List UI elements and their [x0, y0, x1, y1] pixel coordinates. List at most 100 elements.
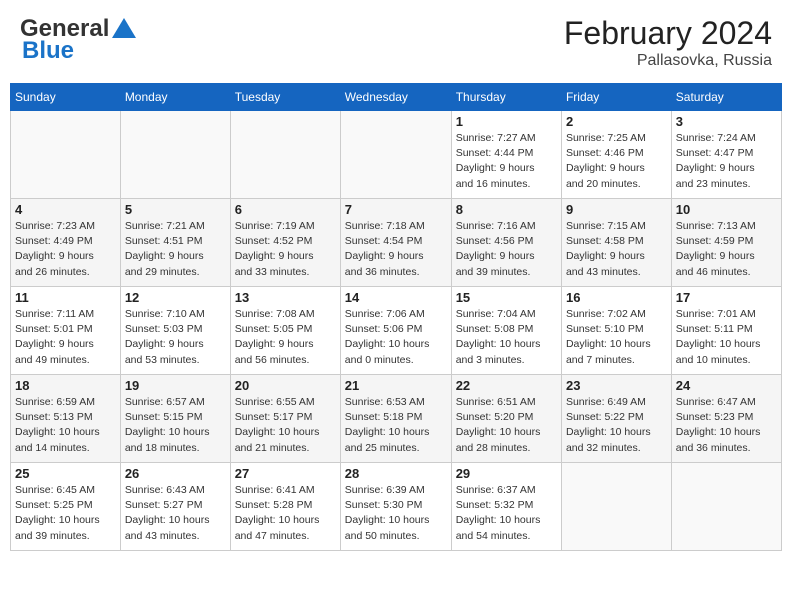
calendar-cell: 7 Sunrise: 7:18 AM Sunset: 4:54 PM Daylig…	[340, 199, 451, 287]
day-number: 22	[456, 378, 557, 393]
day-info: Sunrise: 6:39 AM Sunset: 5:30 PM Dayligh…	[345, 483, 447, 544]
calendar-week-3: 11Sunrise: 7:11 AM Sunset: 5:01 PM Dayli…	[11, 287, 782, 375]
calendar-cell: 4 Sunrise: 7:23 AM Sunset: 4:49 PM Daylig…	[11, 199, 121, 287]
day-info: Sunrise: 6:51 AM Sunset: 5:20 PM Dayligh…	[456, 395, 557, 456]
day-info: Sunrise: 7:15 AM Sunset: 4:58 PM Dayligh…	[566, 219, 667, 280]
calendar-cell: 15 Sunrise: 7:04 AM Sunset: 5:08 PM Dayli…	[451, 287, 561, 375]
day-info: Sunrise: 7:01 AM Sunset: 5:11 PM Dayligh…	[676, 307, 777, 368]
calendar-cell: 2 Sunrise: 7:25 AM Sunset: 4:46 PM Daylig…	[561, 111, 671, 199]
calendar-cell: 20 Sunrise: 6:55 AM Sunset: 5:17 PM Dayli…	[230, 375, 340, 463]
calendar-cell	[340, 111, 451, 199]
day-info: Sunrise: 7:25 AM Sunset: 4:46 PM Dayligh…	[566, 131, 667, 192]
calendar-cell: 6 Sunrise: 7:19 AM Sunset: 4:52 PM Daylig…	[230, 199, 340, 287]
day-info: Sunrise: 7:24 AM Sunset: 4:47 PM Dayligh…	[676, 131, 777, 192]
weekday-header-monday: Monday	[120, 84, 230, 111]
day-info: Sunrise: 6:53 AM Sunset: 5:18 PM Dayligh…	[345, 395, 447, 456]
calendar-cell: 19 Sunrise: 6:57 AM Sunset: 5:15 PM Dayli…	[120, 375, 230, 463]
day-info: Sunrise: 6:37 AM Sunset: 5:32 PM Dayligh…	[456, 483, 557, 544]
logo-blue-text: Blue	[22, 37, 74, 65]
calendar-cell: 23Sunrise: 6:49 AM Sunset: 5:22 PM Dayli…	[561, 375, 671, 463]
day-number: 15	[456, 290, 557, 305]
calendar-cell: 18 Sunrise: 6:59 AM Sunset: 5:13 PM Dayli…	[11, 375, 121, 463]
day-number: 23	[566, 378, 667, 393]
weekday-header-wednesday: Wednesday	[340, 84, 451, 111]
calendar-cell: 17 Sunrise: 7:01 AM Sunset: 5:11 PM Dayli…	[671, 287, 781, 375]
day-number: 19	[125, 378, 226, 393]
calendar-week-5: 25 Sunrise: 6:45 AM Sunset: 5:25 PM Dayli…	[11, 463, 782, 551]
title-block: February 2024 Pallasovka, Russia	[564, 15, 772, 70]
location-title: Pallasovka, Russia	[564, 52, 772, 70]
day-number: 20	[235, 378, 336, 393]
calendar-cell: 3 Sunrise: 7:24 AM Sunset: 4:47 PM Daylig…	[671, 111, 781, 199]
day-info: Sunrise: 7:23 AM Sunset: 4:49 PM Dayligh…	[15, 219, 116, 280]
page-header: General Blue February 2024 Pallasovka, R…	[10, 10, 782, 75]
day-number: 17	[676, 290, 777, 305]
calendar-cell	[230, 111, 340, 199]
day-number: 5	[125, 202, 226, 217]
day-info: Sunrise: 7:04 AM Sunset: 5:08 PM Dayligh…	[456, 307, 557, 368]
day-info: Sunrise: 7:02 AM Sunset: 5:10 PM Dayligh…	[566, 307, 667, 368]
calendar-cell: 8Sunrise: 7:16 AM Sunset: 4:56 PM Daylig…	[451, 199, 561, 287]
day-info: Sunrise: 6:43 AM Sunset: 5:27 PM Dayligh…	[125, 483, 226, 544]
calendar-cell: 28 Sunrise: 6:39 AM Sunset: 5:30 PM Dayli…	[340, 463, 451, 551]
day-info: Sunrise: 7:21 AM Sunset: 4:51 PM Dayligh…	[125, 219, 226, 280]
calendar-cell: 29 Sunrise: 6:37 AM Sunset: 5:32 PM Dayli…	[451, 463, 561, 551]
calendar-cell: 21 Sunrise: 6:53 AM Sunset: 5:18 PM Dayli…	[340, 375, 451, 463]
day-number: 2	[566, 114, 667, 129]
day-number: 28	[345, 466, 447, 481]
day-info: Sunrise: 6:55 AM Sunset: 5:17 PM Dayligh…	[235, 395, 336, 456]
day-number: 14	[345, 290, 447, 305]
day-number: 12	[125, 290, 226, 305]
day-info: Sunrise: 7:16 AM Sunset: 4:56 PM Dayligh…	[456, 219, 557, 280]
day-number: 9	[566, 202, 667, 217]
day-info: Sunrise: 7:27 AM Sunset: 4:44 PM Dayligh…	[456, 131, 557, 192]
logo-icon	[110, 16, 138, 40]
logo: General Blue	[20, 15, 138, 65]
calendar-cell: 25 Sunrise: 6:45 AM Sunset: 5:25 PM Dayli…	[11, 463, 121, 551]
day-number: 21	[345, 378, 447, 393]
calendar-table: SundayMondayTuesdayWednesdayThursdayFrid…	[10, 83, 782, 551]
calendar-cell: 10 Sunrise: 7:13 AM Sunset: 4:59 PM Dayli…	[671, 199, 781, 287]
day-info: Sunrise: 7:19 AM Sunset: 4:52 PM Dayligh…	[235, 219, 336, 280]
day-number: 29	[456, 466, 557, 481]
calendar-cell: 22 Sunrise: 6:51 AM Sunset: 5:20 PM Dayli…	[451, 375, 561, 463]
day-info: Sunrise: 7:13 AM Sunset: 4:59 PM Dayligh…	[676, 219, 777, 280]
day-number: 4	[15, 202, 116, 217]
weekday-header-thursday: Thursday	[451, 84, 561, 111]
calendar-cell: 26Sunrise: 6:43 AM Sunset: 5:27 PM Dayli…	[120, 463, 230, 551]
weekday-header-sunday: Sunday	[11, 84, 121, 111]
day-number: 11	[15, 290, 116, 305]
day-number: 7	[345, 202, 447, 217]
day-number: 3	[676, 114, 777, 129]
calendar-cell: 13Sunrise: 7:08 AM Sunset: 5:05 PM Dayli…	[230, 287, 340, 375]
day-number: 6	[235, 202, 336, 217]
calendar-week-2: 4 Sunrise: 7:23 AM Sunset: 4:49 PM Daylig…	[11, 199, 782, 287]
day-info: Sunrise: 7:10 AM Sunset: 5:03 PM Dayligh…	[125, 307, 226, 368]
calendar-cell: 24Sunrise: 6:47 AM Sunset: 5:23 PM Dayli…	[671, 375, 781, 463]
day-info: Sunrise: 7:08 AM Sunset: 5:05 PM Dayligh…	[235, 307, 336, 368]
calendar-cell	[11, 111, 121, 199]
day-number: 18	[15, 378, 116, 393]
day-info: Sunrise: 6:47 AM Sunset: 5:23 PM Dayligh…	[676, 395, 777, 456]
day-number: 25	[15, 466, 116, 481]
calendar-cell: 5 Sunrise: 7:21 AM Sunset: 4:51 PM Daylig…	[120, 199, 230, 287]
calendar-cell	[120, 111, 230, 199]
day-info: Sunrise: 6:57 AM Sunset: 5:15 PM Dayligh…	[125, 395, 226, 456]
day-info: Sunrise: 6:59 AM Sunset: 5:13 PM Dayligh…	[15, 395, 116, 456]
calendar-week-4: 18 Sunrise: 6:59 AM Sunset: 5:13 PM Dayli…	[11, 375, 782, 463]
calendar-cell: 11Sunrise: 7:11 AM Sunset: 5:01 PM Dayli…	[11, 287, 121, 375]
calendar-cell: 9 Sunrise: 7:15 AM Sunset: 4:58 PM Daylig…	[561, 199, 671, 287]
day-info: Sunrise: 7:06 AM Sunset: 5:06 PM Dayligh…	[345, 307, 447, 368]
weekday-header-saturday: Saturday	[671, 84, 781, 111]
day-number: 27	[235, 466, 336, 481]
month-title: February 2024	[564, 15, 772, 52]
day-number: 10	[676, 202, 777, 217]
day-info: Sunrise: 7:18 AM Sunset: 4:54 PM Dayligh…	[345, 219, 447, 280]
calendar-cell	[561, 463, 671, 551]
calendar-cell: 14 Sunrise: 7:06 AM Sunset: 5:06 PM Dayli…	[340, 287, 451, 375]
calendar-cell: 12 Sunrise: 7:10 AM Sunset: 5:03 PM Dayli…	[120, 287, 230, 375]
weekday-header-row: SundayMondayTuesdayWednesdayThursdayFrid…	[11, 84, 782, 111]
calendar-body: 1Sunrise: 7:27 AM Sunset: 4:44 PM Daylig…	[11, 111, 782, 551]
day-info: Sunrise: 6:45 AM Sunset: 5:25 PM Dayligh…	[15, 483, 116, 544]
calendar-cell: 1Sunrise: 7:27 AM Sunset: 4:44 PM Daylig…	[451, 111, 561, 199]
